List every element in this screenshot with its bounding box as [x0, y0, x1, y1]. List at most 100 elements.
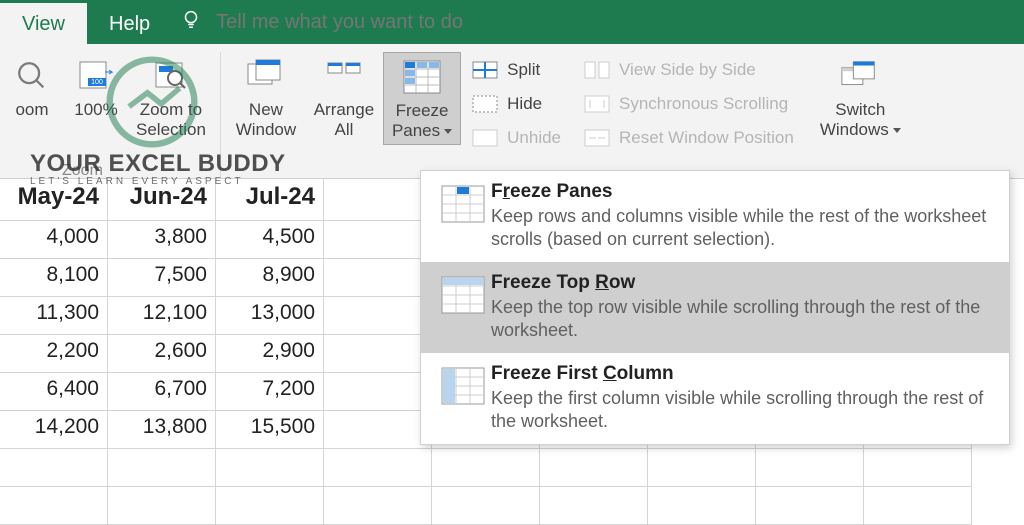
switch-windows-button[interactable]: Switch Windows [812, 52, 909, 143]
cell[interactable]: 8,100 [0, 259, 108, 297]
cell[interactable] [324, 487, 432, 525]
cell[interactable]: 2,600 [108, 335, 216, 373]
cell[interactable]: 2,900 [216, 335, 324, 373]
freeze-label-1: Freeze [396, 101, 449, 121]
ribbon-group-zoom: oom 100 100% Zoom to Selection Zoom [0, 52, 221, 179]
cell[interactable] [540, 449, 648, 487]
column-header[interactable] [324, 179, 432, 221]
ribbon: oom 100 100% Zoom to Selection Zoom New … [0, 44, 1024, 179]
menu-freeze-panes[interactable]: Freeze Panes Keep rows and columns visib… [421, 171, 1009, 262]
column-header[interactable]: Jun-24 [108, 179, 216, 221]
sync-scroll-icon [583, 94, 611, 114]
cell[interactable] [324, 221, 432, 259]
unhide-label: Unhide [507, 128, 561, 148]
cell[interactable] [324, 411, 432, 449]
freeze-panes-menu-icon [435, 181, 491, 250]
cell[interactable] [864, 449, 972, 487]
new-window-label-2: Window [236, 120, 296, 140]
tab-help[interactable]: Help [87, 3, 172, 44]
cell[interactable] [864, 487, 972, 525]
freeze-panes-button[interactable]: Freeze Panes [383, 52, 461, 145]
cell[interactable]: 6,400 [0, 373, 108, 411]
cell[interactable] [108, 449, 216, 487]
split-button[interactable]: Split [471, 56, 561, 84]
cell[interactable] [216, 487, 324, 525]
cell[interactable] [216, 449, 324, 487]
cell[interactable]: 6,700 [108, 373, 216, 411]
cell[interactable]: 4,000 [0, 221, 108, 259]
menu-freeze-first-column[interactable]: Freeze First Column Keep the first colum… [421, 353, 1009, 444]
magnifier-icon [12, 56, 52, 96]
cell[interactable] [432, 487, 540, 525]
ribbon-group-window: New Window Arrange All Freeze Panes Spli… [221, 52, 915, 179]
cell[interactable] [648, 487, 756, 525]
cell[interactable]: 8,900 [216, 259, 324, 297]
window-mini-column-2: View Side by Side Synchronous Scrolling … [567, 52, 800, 152]
cell[interactable]: 15,500 [216, 411, 324, 449]
split-label: Split [507, 60, 540, 80]
zoom-selection-label-1: Zoom to [140, 100, 202, 120]
cell[interactable] [648, 449, 756, 487]
ribbon-tab-row: View Help [0, 0, 1024, 44]
cell[interactable]: 3,800 [108, 221, 216, 259]
arrange-all-icon [324, 56, 364, 96]
cell[interactable] [324, 373, 432, 411]
side-by-side-label: View Side by Side [619, 60, 756, 80]
cell[interactable] [756, 487, 864, 525]
cell[interactable]: 12,100 [108, 297, 216, 335]
tell-me-input[interactable] [216, 11, 576, 34]
column-header[interactable]: May-24 [0, 179, 108, 221]
freeze-top-row-icon [435, 272, 491, 341]
cell[interactable]: 4,500 [216, 221, 324, 259]
tab-view[interactable]: View [0, 3, 87, 44]
split-icon [471, 60, 499, 80]
freeze-panes-icon [402, 57, 442, 97]
cell[interactable]: 13,800 [108, 411, 216, 449]
cell[interactable] [540, 487, 648, 525]
unhide-button: Unhide [471, 124, 561, 152]
reset-pos-button: Reset Window Position [583, 124, 794, 152]
zoom-100-label: 100% [74, 100, 117, 120]
side-by-side-button: View Side by Side [583, 56, 794, 84]
cell[interactable] [324, 449, 432, 487]
cell[interactable]: 7,500 [108, 259, 216, 297]
cell[interactable]: 14,200 [0, 411, 108, 449]
hide-button[interactable]: Hide [471, 90, 561, 118]
freeze-label-2: Panes [392, 121, 452, 141]
new-window-button[interactable]: New Window [227, 52, 305, 143]
zoom-100-button[interactable]: 100 100% [64, 52, 128, 124]
menu-freeze-panes-desc: Keep rows and columns visible while the … [491, 205, 995, 250]
arrange-all-button[interactable]: Arrange All [305, 52, 383, 143]
cell[interactable] [432, 449, 540, 487]
cell[interactable]: 11,300 [0, 297, 108, 335]
column-header[interactable]: Jul-24 [216, 179, 324, 221]
cell[interactable]: 2,200 [0, 335, 108, 373]
cell[interactable] [0, 487, 108, 525]
cell[interactable] [108, 487, 216, 525]
switch-windows-icon [840, 56, 880, 96]
cell[interactable] [324, 335, 432, 373]
cell[interactable]: 7,200 [216, 373, 324, 411]
zoom-selection-label-2: Selection [136, 120, 206, 140]
zoom-to-selection-button[interactable]: Zoom to Selection [128, 52, 214, 143]
window-mini-column-1: Split Hide Unhide [461, 52, 567, 152]
switch-label-2: Windows [820, 120, 901, 140]
unhide-icon [471, 128, 499, 148]
hundred-percent-icon: 100 [76, 56, 116, 96]
cell[interactable] [756, 449, 864, 487]
hide-label: Hide [507, 94, 542, 114]
new-window-label-1: New [249, 100, 283, 120]
lightbulb-icon [180, 8, 202, 36]
menu-freeze-top-row-title: Freeze Top Row [491, 272, 995, 294]
cell[interactable]: 13,000 [216, 297, 324, 335]
side-by-side-icon [583, 60, 611, 80]
cell[interactable] [0, 449, 108, 487]
arrange-label-2: All [334, 120, 353, 140]
sync-scroll-button: Synchronous Scrolling [583, 90, 794, 118]
cell[interactable] [324, 259, 432, 297]
menu-freeze-first-col-desc: Keep the first column visible while scro… [491, 387, 995, 432]
zoom-button[interactable]: oom [0, 52, 64, 124]
menu-freeze-top-row[interactable]: Freeze Top Row Keep the top row visible … [421, 262, 1009, 353]
new-window-icon [246, 56, 286, 96]
cell[interactable] [324, 297, 432, 335]
